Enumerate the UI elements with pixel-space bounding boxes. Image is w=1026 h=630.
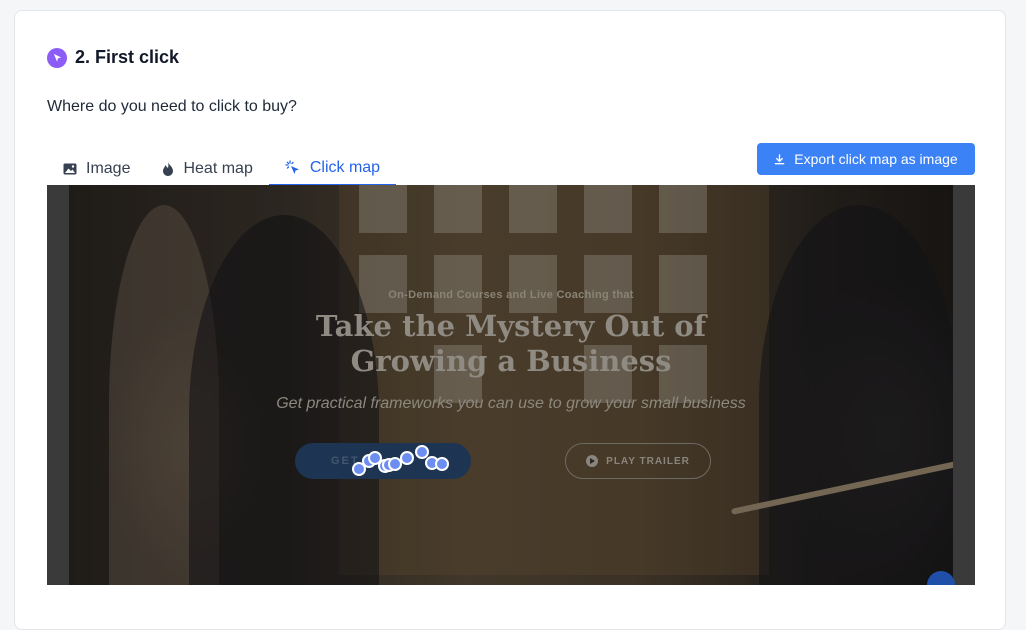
hero-title-line2: Growing a Business	[350, 344, 672, 378]
hero-title: Take the Mystery Out of Growing a Busine…	[69, 309, 953, 379]
view-tabs: Image Heat map Click map	[47, 152, 397, 186]
play-trailer-label: PLAY TRAILER	[606, 455, 690, 467]
question-card: 2. First click Where do you need to clic…	[14, 10, 1006, 630]
click-dot	[435, 457, 449, 471]
dim-overlay	[69, 185, 953, 585]
question-header: 2. First click	[47, 47, 179, 68]
test-screenshot: On-Demand Courses and Live Coaching that…	[69, 185, 953, 585]
tab-heat-map-label: Heat map	[183, 160, 253, 177]
cursor-click-icon	[47, 47, 67, 68]
play-icon	[586, 455, 599, 467]
click-map-canvas: On-Demand Courses and Live Coaching that…	[47, 185, 975, 585]
export-button-label: Export click map as image	[794, 151, 958, 167]
hero-description: Get practical frameworks you can use to …	[276, 395, 746, 412]
image-icon	[63, 163, 77, 175]
hero-title-line1: Take the Mystery Out of	[315, 309, 707, 343]
tab-image[interactable]: Image	[47, 152, 146, 186]
tab-click-map-label: Click map	[309, 159, 381, 176]
question-title: 2. First click	[75, 47, 180, 67]
tab-image-label: Image	[86, 160, 131, 177]
flame-icon	[163, 162, 174, 176]
hero-subtitle: On-Demand Courses and Live Coaching that	[388, 289, 634, 301]
export-click-map-button[interactable]: Export click map as image	[757, 143, 975, 175]
question-prompt: Where do you need to click to buy?	[47, 98, 297, 115]
click-dot	[400, 451, 414, 465]
cursor-click-icon	[285, 160, 299, 174]
download-icon	[774, 153, 785, 164]
play-trailer-button[interactable]: PLAY TRAILER	[565, 443, 711, 479]
tab-heat-map[interactable]: Heat map	[146, 152, 268, 186]
tab-click-map[interactable]: Click map	[268, 152, 397, 186]
